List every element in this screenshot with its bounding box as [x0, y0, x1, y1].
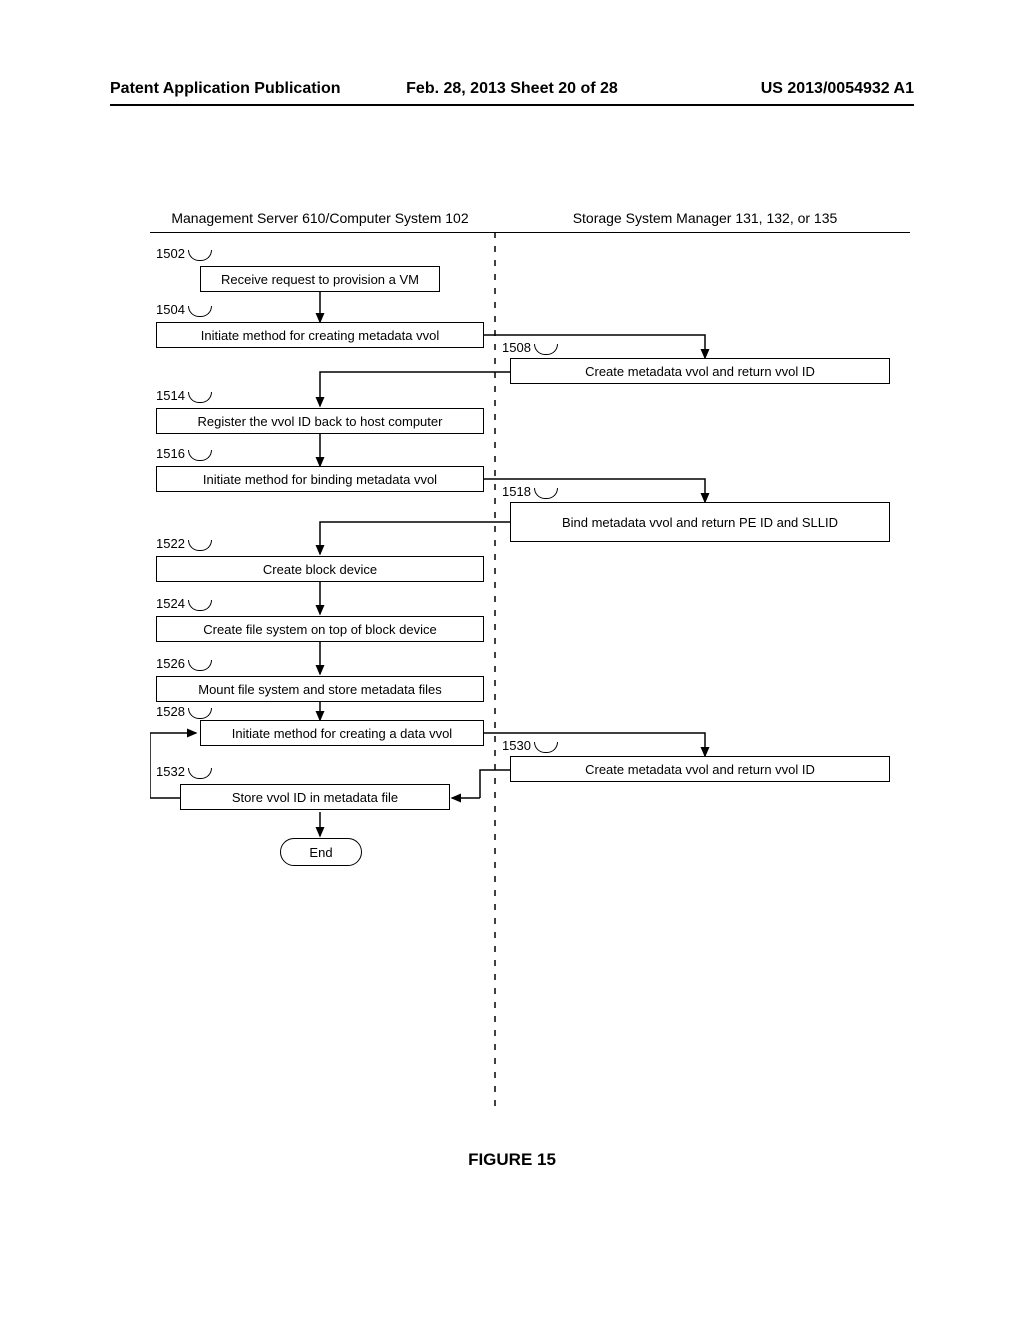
- header-left: Patent Application Publication: [110, 80, 378, 98]
- ref-1508: 1508: [502, 340, 531, 355]
- step-1522: Create block device: [156, 556, 484, 582]
- ref-arc: [534, 742, 558, 753]
- ref-arc: [188, 768, 212, 779]
- step-1528: Initiate method for creating a data vvol: [200, 720, 484, 746]
- swimlane-right-title: Storage System Manager 131, 132, or 135: [500, 210, 910, 226]
- ref-1504: 1504: [156, 302, 185, 317]
- ref-1526: 1526: [156, 656, 185, 671]
- step-1504: Initiate method for creating metadata vv…: [156, 322, 484, 348]
- step-1526: Mount file system and store metadata fil…: [156, 676, 484, 702]
- figure-caption: FIGURE 15: [0, 1150, 1024, 1170]
- step-end: End: [280, 838, 362, 866]
- ref-arc: [188, 660, 212, 671]
- ref-arc: [188, 540, 212, 551]
- step-1518: Bind metadata vvol and return PE ID and …: [510, 502, 890, 542]
- ref-arc: [188, 306, 212, 317]
- step-1514: Register the vvol ID back to host comput…: [156, 408, 484, 434]
- ref-1522: 1522: [156, 536, 185, 551]
- ref-1514: 1514: [156, 388, 185, 403]
- header-mid: Feb. 28, 2013 Sheet 20 of 28: [378, 80, 646, 98]
- ref-arc: [534, 344, 558, 355]
- ref-arc: [188, 450, 212, 461]
- step-1530: Create metadata vvol and return vvol ID: [510, 756, 890, 782]
- ref-1516: 1516: [156, 446, 185, 461]
- ref-arc: [188, 708, 212, 719]
- step-1508: Create metadata vvol and return vvol ID: [510, 358, 890, 384]
- flowchart: Management Server 610/Computer System 10…: [150, 210, 910, 1140]
- ref-1530: 1530: [502, 738, 531, 753]
- ref-1532: 1532: [156, 764, 185, 779]
- ref-arc: [188, 392, 212, 403]
- step-1532: Store vvol ID in metadata file: [180, 784, 450, 810]
- ref-1518: 1518: [502, 484, 531, 499]
- page-header: Patent Application Publication Feb. 28, …: [110, 80, 914, 106]
- swimlane-left-title: Management Server 610/Computer System 10…: [150, 210, 490, 226]
- header-right: US 2013/0054932 A1: [646, 80, 914, 98]
- swimlane-divider: [150, 232, 910, 233]
- step-1516: Initiate method for binding metadata vvo…: [156, 466, 484, 492]
- ref-1528: 1528: [156, 704, 185, 719]
- ref-1524: 1524: [156, 596, 185, 611]
- ref-arc: [188, 600, 212, 611]
- ref-1502: 1502: [156, 246, 185, 261]
- step-1524: Create file system on top of block devic…: [156, 616, 484, 642]
- ref-arc: [188, 250, 212, 261]
- ref-arc: [534, 488, 558, 499]
- step-1502: Receive request to provision a VM: [200, 266, 440, 292]
